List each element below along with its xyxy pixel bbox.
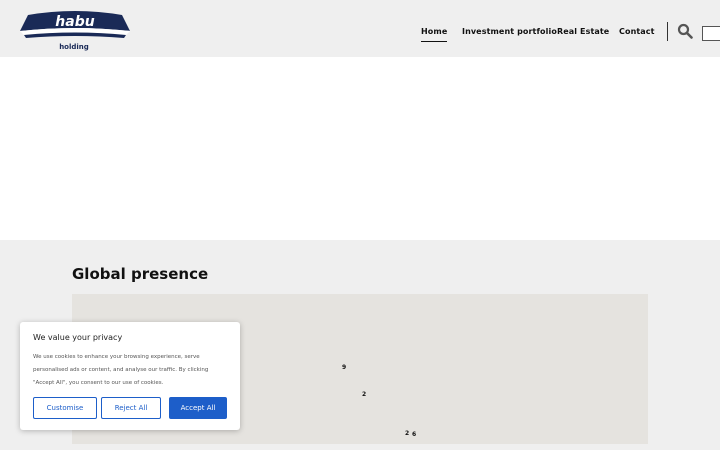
cookie-text: We use cookies to enhance your browsing … — [33, 354, 209, 386]
map-marker[interactable]: 9 — [342, 364, 346, 371]
nav-home[interactable]: Home — [421, 27, 448, 42]
cookie-title: We value your privacy — [33, 333, 123, 342]
map-marker[interactable]: 6 — [412, 431, 416, 438]
nav-contact[interactable]: Contact — [619, 27, 655, 36]
reject-all-button[interactable]: Reject All — [101, 397, 161, 419]
main-nav: Home Investment portfolio Real Estate Co… — [0, 27, 720, 47]
search-icon[interactable] — [677, 23, 693, 39]
map-marker[interactable]: 2 — [405, 430, 409, 437]
nav-investment-portfolio[interactable]: Investment portfolio — [462, 27, 557, 36]
cookie-consent-banner: We value your privacy We use cookies to … — [20, 322, 240, 430]
map-marker[interactable]: 2 — [362, 391, 366, 398]
nav-divider — [667, 22, 668, 41]
nav-real-estate[interactable]: Real Estate — [557, 27, 609, 36]
customise-button[interactable]: Customise — [33, 397, 97, 419]
search-input[interactable] — [702, 26, 720, 41]
accept-all-button[interactable]: Accept All — [169, 397, 227, 419]
hero-area — [0, 57, 720, 240]
section-title: Global presence — [72, 265, 209, 283]
site-header: habu holding Home Investment portfolio R… — [0, 0, 720, 57]
